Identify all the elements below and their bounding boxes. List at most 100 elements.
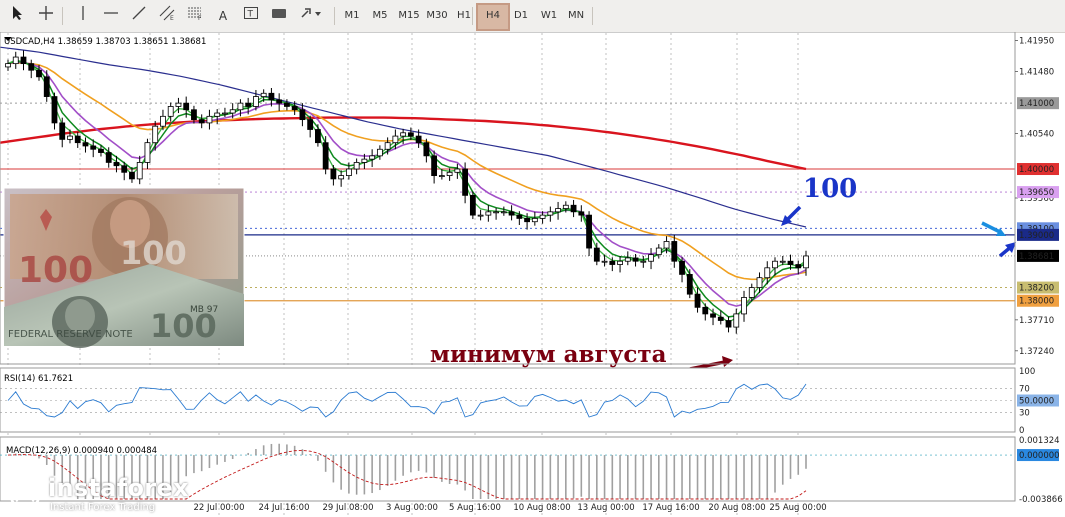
rsi-tick-label: 30 bbox=[1019, 408, 1030, 418]
candle-body bbox=[136, 162, 143, 180]
candle-body bbox=[384, 142, 391, 150]
candle-body bbox=[655, 247, 662, 256]
candle-body bbox=[361, 158, 368, 163]
candle-body bbox=[609, 260, 616, 265]
price-tag-text: 1.38000 bbox=[1019, 297, 1054, 307]
candle-body bbox=[284, 102, 290, 107]
candle-body bbox=[578, 211, 585, 216]
candle-body bbox=[43, 76, 50, 97]
timeframe-h4[interactable]: H4 bbox=[476, 3, 510, 31]
candle-body bbox=[338, 175, 345, 180]
toolbar-separator bbox=[472, 7, 473, 25]
candle-body bbox=[516, 214, 523, 219]
time-tick-label: 13 Aug 00:00 bbox=[577, 503, 634, 513]
candle-body bbox=[237, 102, 244, 111]
time-tick-label: 20 Aug 08:00 bbox=[708, 503, 765, 513]
svg-text:E: E bbox=[170, 15, 174, 21]
price-tick-label: 1.41950 bbox=[1019, 37, 1054, 47]
trendline-icon[interactable] bbox=[128, 5, 150, 27]
candle-body bbox=[524, 218, 530, 223]
horizontal-line-icon[interactable] bbox=[100, 5, 122, 27]
time-tick-label: 22 Jul 00:00 bbox=[194, 503, 245, 513]
candle-body bbox=[508, 211, 515, 216]
price-tag-text: 1.38681 bbox=[1019, 252, 1054, 262]
candle-body bbox=[229, 109, 236, 114]
timeframe-d1[interactable]: D1 bbox=[508, 5, 534, 27]
candle-body bbox=[175, 102, 182, 107]
cursor-arrow-icon[interactable] bbox=[8, 5, 28, 27]
svg-text:F: F bbox=[198, 15, 202, 21]
timeframe-mn[interactable]: MN bbox=[563, 5, 589, 27]
candle-body bbox=[717, 316, 724, 321]
candle-body bbox=[198, 119, 205, 124]
candle-body bbox=[710, 313, 716, 318]
candle-body bbox=[291, 106, 298, 111]
candle-body bbox=[663, 241, 670, 249]
candle-body bbox=[531, 218, 538, 223]
price-tick-label: 1.41480 bbox=[1019, 68, 1054, 78]
candle-body bbox=[679, 260, 685, 275]
candle-body bbox=[74, 135, 81, 144]
candle-body bbox=[593, 247, 600, 262]
svg-text:FEDERAL RESERVE NOTE: FEDERAL RESERVE NOTE bbox=[8, 329, 133, 340]
timeframe-m30[interactable]: M30 bbox=[423, 5, 451, 27]
text-label-icon[interactable]: T bbox=[240, 5, 262, 27]
candle-body bbox=[493, 211, 499, 214]
candle-body bbox=[779, 260, 786, 263]
candle-body bbox=[772, 260, 778, 269]
candle-body bbox=[144, 142, 151, 163]
candle-body bbox=[648, 254, 654, 262]
macd-zero-tag-text: 0.000000 bbox=[1019, 451, 1060, 461]
time-tick-label: 3 Aug 00:00 bbox=[386, 503, 438, 513]
vertical-line-icon[interactable] bbox=[74, 5, 92, 27]
arrows-dropdown-icon[interactable] bbox=[298, 5, 326, 27]
price-tick-label: 1.37240 bbox=[1019, 347, 1054, 357]
candle-body bbox=[191, 109, 197, 121]
timeframe-m15[interactable]: M15 bbox=[395, 5, 423, 27]
candle-body bbox=[152, 125, 159, 144]
candle-body bbox=[555, 208, 561, 213]
equidistant-channel-icon[interactable]: E bbox=[156, 5, 178, 27]
candle-body bbox=[276, 99, 283, 104]
candle-body bbox=[748, 287, 755, 298]
timeframe-h1[interactable]: H1 bbox=[451, 5, 477, 27]
crosshair-icon[interactable] bbox=[36, 5, 56, 27]
candle-body bbox=[400, 132, 407, 137]
candle-body bbox=[624, 257, 631, 262]
svg-text:T: T bbox=[247, 10, 254, 20]
rsi-tick-label: 100 bbox=[1019, 367, 1035, 377]
candle-body bbox=[5, 63, 11, 68]
watermark-brand: instaforex bbox=[48, 474, 189, 502]
candle-body bbox=[36, 69, 42, 78]
text-tool-icon[interactable]: A bbox=[212, 5, 234, 27]
fibonacci-icon[interactable]: F bbox=[184, 5, 206, 27]
candle-body bbox=[431, 155, 438, 177]
candle-body bbox=[686, 274, 693, 295]
time-tick-label: 24 Jul 16:00 bbox=[259, 503, 310, 513]
candle-body bbox=[206, 115, 213, 124]
candle-body bbox=[268, 92, 275, 101]
timeframe-m5[interactable]: M5 bbox=[367, 5, 393, 27]
timeframe-w1[interactable]: W1 bbox=[536, 5, 562, 27]
timeframe-m1[interactable]: M1 bbox=[339, 5, 365, 27]
candle-body bbox=[345, 168, 352, 177]
candle-body bbox=[756, 277, 763, 288]
candle-body bbox=[299, 109, 306, 121]
price-tag-text: 1.40000 bbox=[1019, 165, 1054, 175]
candle-body bbox=[570, 204, 577, 213]
rectangle-icon[interactable] bbox=[268, 5, 290, 27]
time-tick-label: 10 Aug 08:00 bbox=[513, 503, 570, 513]
candle-body bbox=[764, 267, 771, 279]
candle-body bbox=[415, 135, 422, 144]
candle-body bbox=[469, 194, 476, 216]
price-tag-text: 1.39650 bbox=[1019, 188, 1054, 198]
chart-area[interactable]: 100 100 100 FEDERAL RESERVE NOTE MB 97 1… bbox=[0, 32, 1065, 517]
candle-body bbox=[787, 260, 794, 265]
candle-body bbox=[121, 165, 128, 173]
candle-body bbox=[547, 211, 554, 216]
candle-body bbox=[500, 211, 507, 214]
candle-body bbox=[454, 168, 461, 173]
candle-body bbox=[694, 293, 701, 308]
candle-body bbox=[353, 162, 360, 170]
toolbar-separator bbox=[62, 7, 63, 25]
